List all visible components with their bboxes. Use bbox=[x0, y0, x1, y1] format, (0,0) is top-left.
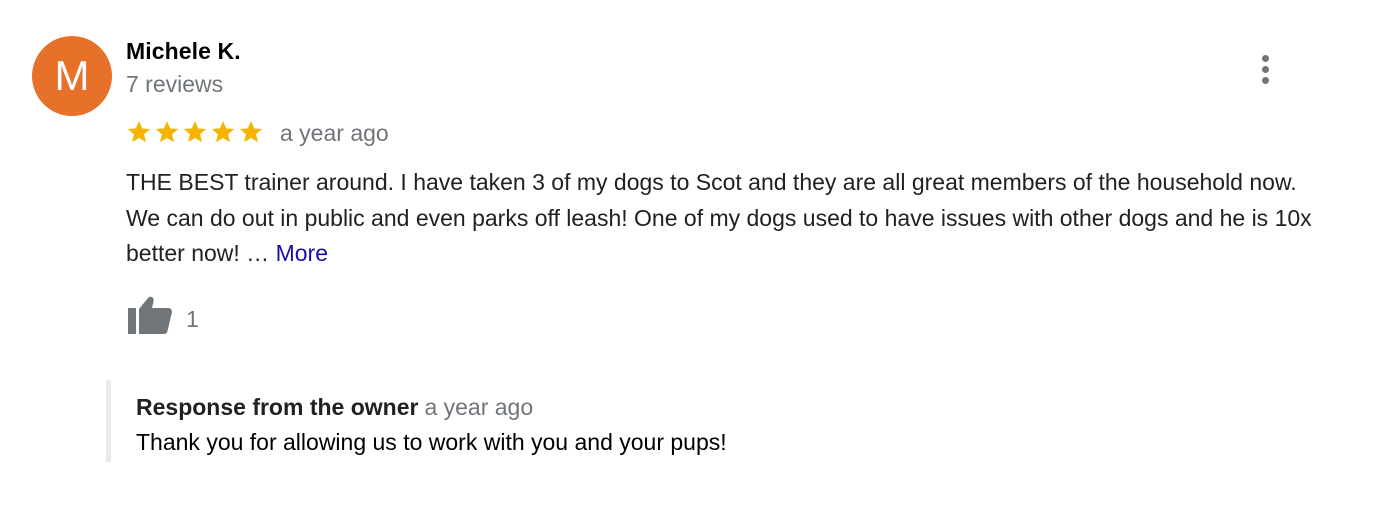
thumbs-up-icon bbox=[128, 296, 172, 334]
owner-response-text: Thank you for allowing us to work with y… bbox=[136, 429, 727, 455]
like-count: 1 bbox=[186, 306, 199, 332]
owner-response-header: Response from the owner a year ago bbox=[136, 394, 533, 421]
star-icon bbox=[211, 120, 235, 143]
owner-response: Response from the owner a year ago Thank … bbox=[106, 380, 1011, 462]
owner-response-label: Response from the owner bbox=[136, 394, 419, 420]
star-icon bbox=[239, 120, 263, 143]
more-link[interactable]: More bbox=[276, 240, 328, 266]
review-text: THE BEST trainer around. I have taken 3 … bbox=[126, 165, 1326, 272]
more-options-button[interactable] bbox=[1254, 52, 1278, 86]
reviewer-name[interactable]: Michele K. bbox=[126, 38, 241, 65]
star-icon bbox=[155, 120, 179, 143]
owner-response-time: a year ago bbox=[424, 394, 534, 420]
reviewer-review-count[interactable]: 7 reviews bbox=[126, 71, 223, 98]
avatar-initial: M bbox=[54, 52, 90, 99]
star-icon bbox=[127, 120, 151, 143]
star-rating bbox=[126, 119, 264, 145]
like-button[interactable] bbox=[126, 294, 174, 336]
star-icon bbox=[183, 120, 207, 143]
review-time: a year ago bbox=[280, 120, 389, 146]
avatar[interactable]: M bbox=[32, 36, 112, 116]
